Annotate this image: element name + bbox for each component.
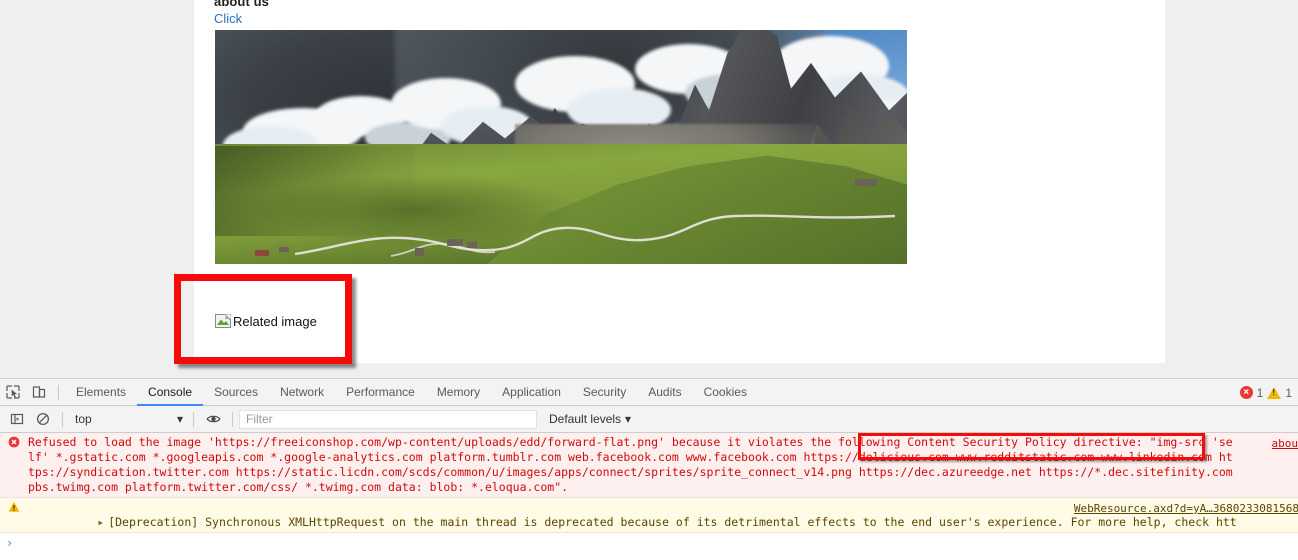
tab-audits[interactable]: Audits [637, 379, 692, 406]
tab-memory[interactable]: Memory [426, 379, 491, 406]
error-message-text: Refused to load the image 'https://freei… [28, 435, 1240, 494]
browser-viewport: about us Click Related image [0, 0, 1298, 378]
tab-application[interactable]: Application [491, 379, 572, 406]
issue-counts[interactable]: × 1 1 [1239, 379, 1292, 406]
tab-console[interactable]: Console [137, 379, 203, 406]
related-image-block: Related image [215, 280, 375, 360]
toolbar-divider [58, 384, 59, 400]
log-levels-label: Default levels [549, 412, 622, 426]
error-count-icon: × [1239, 386, 1253, 399]
console-prompt[interactable]: › [0, 533, 1298, 553]
error-source-link[interactable]: abou [1272, 436, 1298, 451]
device-toolbar-icon[interactable] [26, 379, 52, 405]
warning-triangle-icon [0, 500, 28, 530]
inspect-element-icon[interactable] [0, 379, 26, 405]
chevron-down-icon: ▾ [625, 412, 632, 426]
screenshot-root: about us Click Related image Elements Co… [0, 0, 1298, 560]
devtools-tab-list: Elements Console Sources Network Perform… [65, 379, 758, 406]
prompt-chevron-icon: › [6, 535, 14, 550]
execution-context-value: top [75, 412, 92, 426]
tab-performance[interactable]: Performance [335, 379, 426, 406]
live-expression-icon[interactable] [200, 406, 226, 432]
console-sidebar-icon[interactable] [4, 406, 30, 432]
toolbar-divider-3 [193, 411, 194, 427]
log-levels-dropdown[interactable]: Default levels ▾ [549, 412, 631, 426]
broken-image-icon [215, 314, 231, 328]
tab-elements[interactable]: Elements [65, 379, 137, 406]
tab-cookies[interactable]: Cookies [693, 379, 758, 406]
error-count: 1 [1256, 385, 1264, 400]
tab-network[interactable]: Network [269, 379, 335, 406]
click-link[interactable]: Click [214, 11, 242, 26]
road-shape [295, 190, 895, 260]
error-circle-icon [0, 435, 28, 495]
toolbar-divider-2 [62, 411, 63, 427]
devtools-panel: Elements Console Sources Network Perform… [0, 378, 1298, 560]
console-message-error[interactable]: Refused to load the image 'https://freei… [0, 433, 1298, 498]
broken-image-row[interactable]: Related image [215, 313, 317, 329]
toolbar-divider-4 [232, 411, 233, 427]
console-message-warning[interactable]: ▸ [Deprecation] Synchronous XMLHttpReques… [0, 498, 1298, 533]
console-toolbar: top ▾ Default levels ▾ [0, 406, 1298, 433]
hero-image [215, 30, 907, 264]
tab-security[interactable]: Security [572, 379, 637, 406]
warning-count-icon [1267, 386, 1282, 399]
console-message-list[interactable]: Refused to load the image 'https://freei… [0, 433, 1298, 560]
page-heading: about us [214, 0, 269, 9]
chevron-down-icon: ▾ [176, 412, 183, 426]
tab-sources[interactable]: Sources [203, 379, 269, 406]
expand-arrow-icon[interactable]: ▸ [97, 515, 104, 530]
clear-console-icon[interactable] [30, 406, 56, 432]
warning-source-link[interactable]: WebResource.axd?d=yA…3680233081568 [1074, 501, 1298, 516]
devtools-tabbar: Elements Console Sources Network Perform… [0, 379, 1298, 406]
execution-context-select[interactable]: top ▾ [69, 410, 187, 429]
warning-count: 1 [1285, 385, 1292, 400]
warning-message-text: [Deprecation] Synchronous XMLHttpRequest… [108, 515, 1237, 529]
console-filter-input[interactable] [239, 409, 537, 429]
broken-image-alt-text: Related image [233, 313, 317, 329]
page-content: about us Click Related image [194, 0, 1165, 363]
